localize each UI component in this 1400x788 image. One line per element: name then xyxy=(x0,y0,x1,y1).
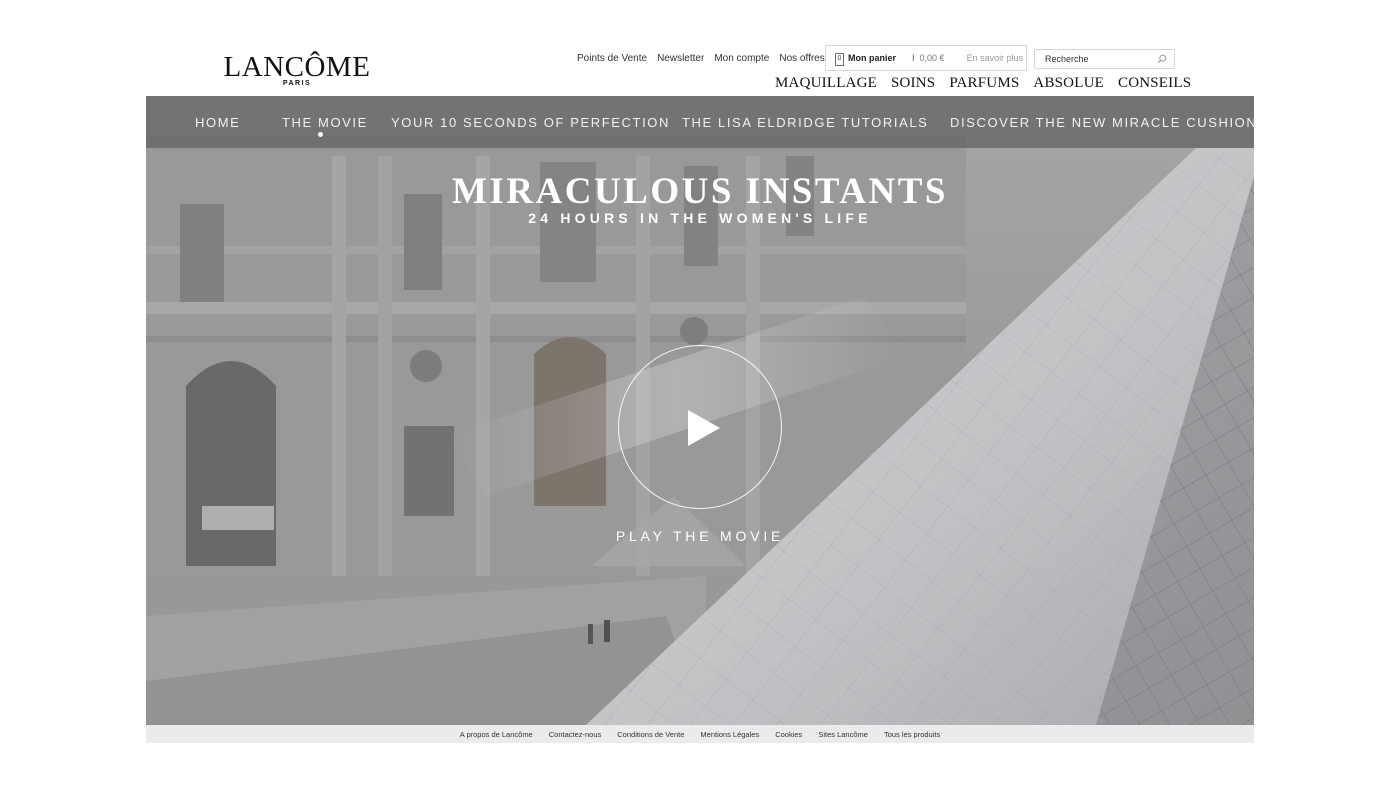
link-points-de-vente[interactable]: Points de Vente xyxy=(572,52,652,65)
utility-links: Points de Vente Newsletter Mon compte No… xyxy=(572,52,830,65)
footer-link-conditions[interactable]: Conditions de Vente xyxy=(609,730,692,739)
nav-soins[interactable]: SOINS xyxy=(884,75,942,92)
footer-link-cookies[interactable]: Cookies xyxy=(767,730,810,739)
hero-subtitle: 24 HOURS IN THE WOMEN'S LIFE xyxy=(528,210,872,226)
shopping-bag-icon: 0 xyxy=(835,52,844,66)
play-icon xyxy=(688,410,720,446)
subnav-miracle-cushion[interactable]: DISCOVER THE NEW MIRACLE CUSHION xyxy=(950,115,1254,130)
footer: A propos de Lancôme Contactez-nous Condi… xyxy=(146,725,1254,743)
cart-amount: 0,00 € xyxy=(919,53,945,63)
main-nav: MAQUILLAGE SOINS PARFUMS ABSOLUE CONSEIL… xyxy=(768,75,1198,92)
subnav-the-movie[interactable]: THE MOVIE xyxy=(282,115,368,130)
footer-link-produits[interactable]: Tous les produits xyxy=(876,730,948,739)
subnav-10-seconds[interactable]: YOUR 10 SECONDS OF PERFECTION xyxy=(391,115,670,130)
hero-section: HOME THE MOVIE YOUR 10 SECONDS OF PERFEC… xyxy=(146,96,1254,725)
search-input[interactable] xyxy=(1045,53,1155,65)
cart-label: Mon panier xyxy=(848,53,897,63)
link-mon-compte[interactable]: Mon compte xyxy=(709,52,774,65)
footer-link-a-propos[interactable]: A propos de Lancôme xyxy=(452,730,541,739)
subnav-lisa-eldridge[interactable]: THE LISA ELDRIDGE TUTORIALS xyxy=(682,115,928,130)
sub-nav: HOME THE MOVIE YOUR 10 SECONDS OF PERFEC… xyxy=(146,96,1254,148)
cart-widget[interactable]: 0 Mon panier I 0,00 € En savoir plus xyxy=(825,45,1027,71)
subnav-home[interactable]: HOME xyxy=(195,115,240,130)
nav-conseils[interactable]: CONSEILS xyxy=(1111,75,1198,92)
nav-parfums[interactable]: PARFUMS xyxy=(942,75,1026,92)
cart-more-link[interactable]: En savoir plus xyxy=(967,53,1024,63)
footer-link-mentions[interactable]: Mentions Légales xyxy=(692,730,767,739)
nav-absolue[interactable]: ABSOLUE xyxy=(1026,75,1111,92)
search-box xyxy=(1034,49,1175,69)
nav-maquillage[interactable]: MAQUILLAGE xyxy=(768,75,884,92)
brand-name: LANCÔME xyxy=(223,51,371,83)
hero-title: MIRACULOUS INSTANTS xyxy=(451,171,949,212)
footer-link-sites[interactable]: Sites Lancôme xyxy=(810,730,876,739)
link-newsletter[interactable]: Newsletter xyxy=(652,52,709,65)
magnifier-icon[interactable] xyxy=(1157,54,1167,64)
active-indicator-dot xyxy=(318,132,323,137)
play-button[interactable] xyxy=(618,345,782,509)
play-movie-label[interactable]: PLAY THE MOVIE xyxy=(146,528,1254,544)
link-nos-offres[interactable]: Nos offres xyxy=(774,52,829,65)
footer-link-contact[interactable]: Contactez-nous xyxy=(541,730,610,739)
brand-logo[interactable]: LANCÔME PARIS xyxy=(222,52,372,87)
cart-separator: I xyxy=(912,53,915,63)
